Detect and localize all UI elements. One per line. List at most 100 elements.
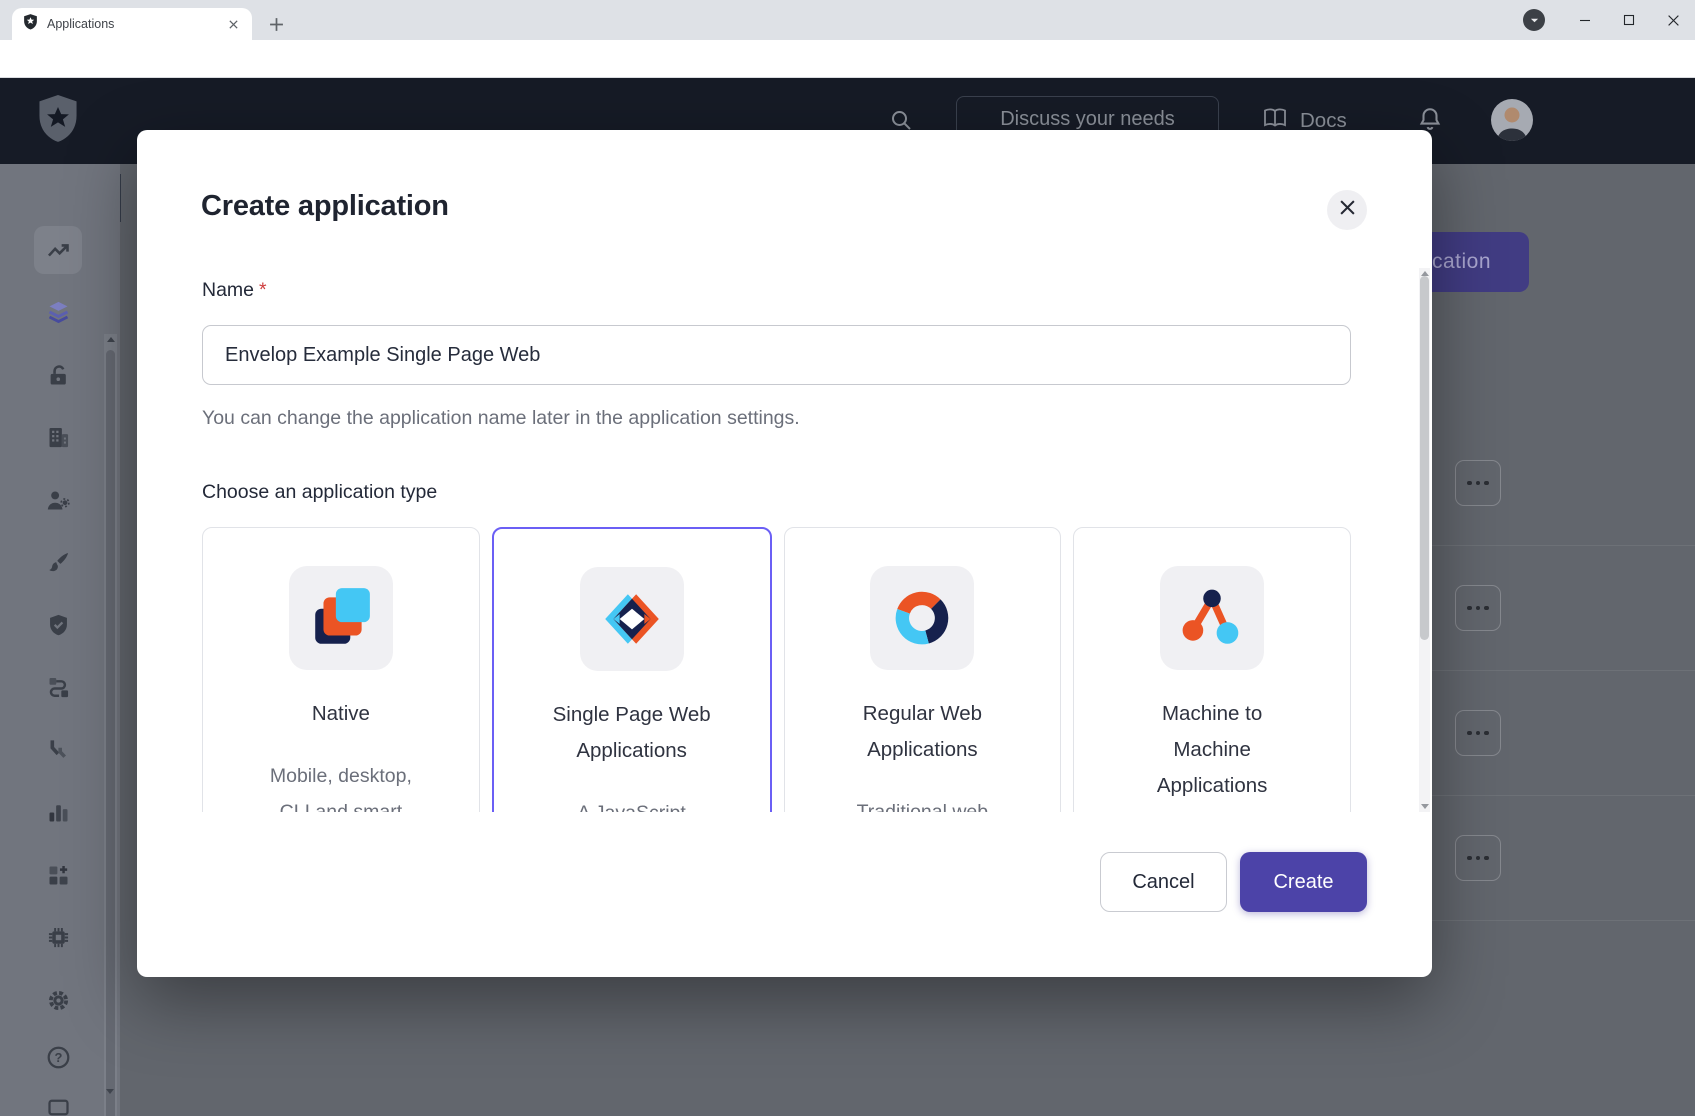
- required-mark: *: [259, 279, 267, 301]
- modal-scroll-down-icon[interactable]: [1421, 804, 1429, 809]
- maximize-button[interactable]: [1607, 0, 1651, 40]
- discuss-needs-label: Discuss your needs: [1000, 108, 1175, 131]
- application-type-label: Choose an application type: [202, 481, 437, 504]
- auth-pipeline-icon: [45, 737, 72, 764]
- card-description: Traditional web: [857, 794, 989, 812]
- create-button[interactable]: Create: [1240, 852, 1367, 912]
- card-description: A JavaScript: [577, 795, 685, 812]
- security-icon: [45, 612, 72, 639]
- minimize-button[interactable]: [1563, 0, 1607, 40]
- sidebar-item-monitoring[interactable]: [34, 788, 82, 836]
- profile-caret-icon[interactable]: [1523, 9, 1545, 31]
- application-name-input[interactable]: [202, 325, 1351, 385]
- monitoring-icon: [45, 799, 72, 826]
- search-icon[interactable]: [889, 108, 913, 132]
- browser-titlebar: Applications: [0, 0, 1695, 40]
- marketplace-icon: [45, 862, 72, 889]
- sidebar-item-auth-pipeline[interactable]: [34, 726, 82, 774]
- dots-icon: [1467, 481, 1472, 486]
- settings-icon: [45, 987, 72, 1014]
- row-menu-button[interactable]: [1455, 460, 1501, 506]
- create-application-button-partial[interactable]: cation: [1432, 232, 1529, 292]
- tab-title: Applications: [47, 17, 224, 31]
- card-description: Mobile, desktop,CLI and smart: [270, 758, 412, 812]
- user-management-icon: [45, 487, 72, 514]
- modal-scrollbar[interactable]: [1419, 268, 1430, 812]
- sidebar-item-more[interactable]: [34, 1083, 82, 1116]
- dots-icon: [1467, 731, 1472, 736]
- row-menu-button[interactable]: [1455, 585, 1501, 631]
- sidebar-item-marketplace[interactable]: [34, 851, 82, 899]
- dots-icon: [1484, 481, 1489, 486]
- modal-scrollbar-thumb[interactable]: [1420, 276, 1429, 640]
- card-title: Single Page WebApplications: [553, 697, 711, 769]
- application-type-card-native[interactable]: Native Mobile, desktop,CLI and smart: [202, 527, 480, 812]
- sidebar-item-extensions[interactable]: [34, 913, 82, 961]
- modal-title: Create application: [201, 190, 449, 223]
- dots-icon: [1476, 606, 1481, 611]
- new-tab-button[interactable]: [264, 12, 288, 36]
- sidebar-scrollbar-thumb[interactable]: [106, 350, 115, 1116]
- sidebar-item-applications[interactable]: [34, 288, 82, 336]
- create-application-modal: Create application Name* You can change …: [137, 130, 1432, 977]
- m2m-logo-icon: [1160, 566, 1264, 670]
- bell-icon[interactable]: [1417, 106, 1443, 132]
- name-helper-text: You can change the application name late…: [202, 407, 800, 430]
- application-type-card-regular-web[interactable]: Regular WebApplicationsTraditional web: [784, 527, 1062, 812]
- sidebar-scroll-up-icon[interactable]: [107, 337, 115, 342]
- browser-toolbar: manage.auth0.com/dashboard/eu/dream-watc…: [0, 40, 1695, 78]
- help-icon: ?: [45, 1044, 72, 1071]
- auth0-logo-icon[interactable]: [36, 95, 80, 148]
- actions-icon: [45, 674, 72, 701]
- organizations-icon: [45, 424, 72, 451]
- sidebar-scroll-down-icon[interactable]: [106, 1089, 114, 1094]
- window-controls: [1563, 0, 1695, 40]
- sidebar-item-organizations[interactable]: [34, 413, 82, 461]
- auth0-favicon-icon: [22, 13, 39, 35]
- application-type-card-m2m[interactable]: Machine toMachineApplications: [1073, 527, 1351, 812]
- sidebar-item-help[interactable]: ?: [34, 1033, 82, 1081]
- name-label: Name: [202, 279, 254, 301]
- sidebar-item-authentication[interactable]: [34, 351, 82, 399]
- dots-icon: [1467, 856, 1472, 861]
- dots-icon: [1476, 731, 1481, 736]
- close-icon: [1339, 199, 1356, 221]
- dots-icon: [1484, 731, 1489, 736]
- dots-icon: [1467, 606, 1472, 611]
- row-menu-button[interactable]: [1455, 710, 1501, 756]
- sidebar-item-settings[interactable]: [34, 976, 82, 1024]
- sidebar-item-getting-started[interactable]: [34, 226, 82, 274]
- row-divider: [1432, 670, 1695, 671]
- branding-icon: [45, 549, 72, 576]
- card-title: Native: [312, 696, 370, 732]
- sidebar-item-branding[interactable]: [34, 538, 82, 586]
- dots-icon: [1476, 856, 1481, 861]
- dots-icon: [1484, 606, 1489, 611]
- row-divider: [1432, 545, 1695, 546]
- name-label-row: Name*: [202, 279, 267, 302]
- close-button[interactable]: [1651, 0, 1695, 40]
- dots-icon: [1476, 481, 1481, 486]
- cancel-button[interactable]: Cancel: [1100, 852, 1227, 912]
- svg-text:?: ?: [54, 1050, 62, 1065]
- tab-close-icon[interactable]: [224, 15, 242, 33]
- sidebar-item-user-management[interactable]: [34, 476, 82, 524]
- screen: Applications manage.auth0.com/dashboard/…: [0, 0, 1695, 1116]
- extensions-icon: [45, 924, 72, 951]
- application-type-cards: Native Mobile, desktop,CLI and smart Singl…: [202, 527, 1351, 812]
- modal-close-button[interactable]: [1327, 190, 1367, 230]
- docs-label: Docs: [1300, 109, 1347, 133]
- avatar[interactable]: [1491, 99, 1533, 141]
- regular-web-logo-icon: [870, 566, 974, 670]
- sidebar-item-security[interactable]: [34, 601, 82, 649]
- more-icon: [45, 1094, 72, 1116]
- authentication-icon: [45, 362, 72, 389]
- row-menu-button[interactable]: [1455, 835, 1501, 881]
- native-logo-icon: [289, 566, 393, 670]
- applications-icon: [45, 299, 72, 326]
- sidebar: ?: [0, 164, 120, 1116]
- browser-tab[interactable]: Applications: [12, 8, 252, 40]
- getting-started-icon: [45, 237, 72, 264]
- sidebar-item-actions[interactable]: [34, 663, 82, 711]
- application-type-card-spa[interactable]: Single Page WebApplications A JavaScript: [492, 527, 772, 812]
